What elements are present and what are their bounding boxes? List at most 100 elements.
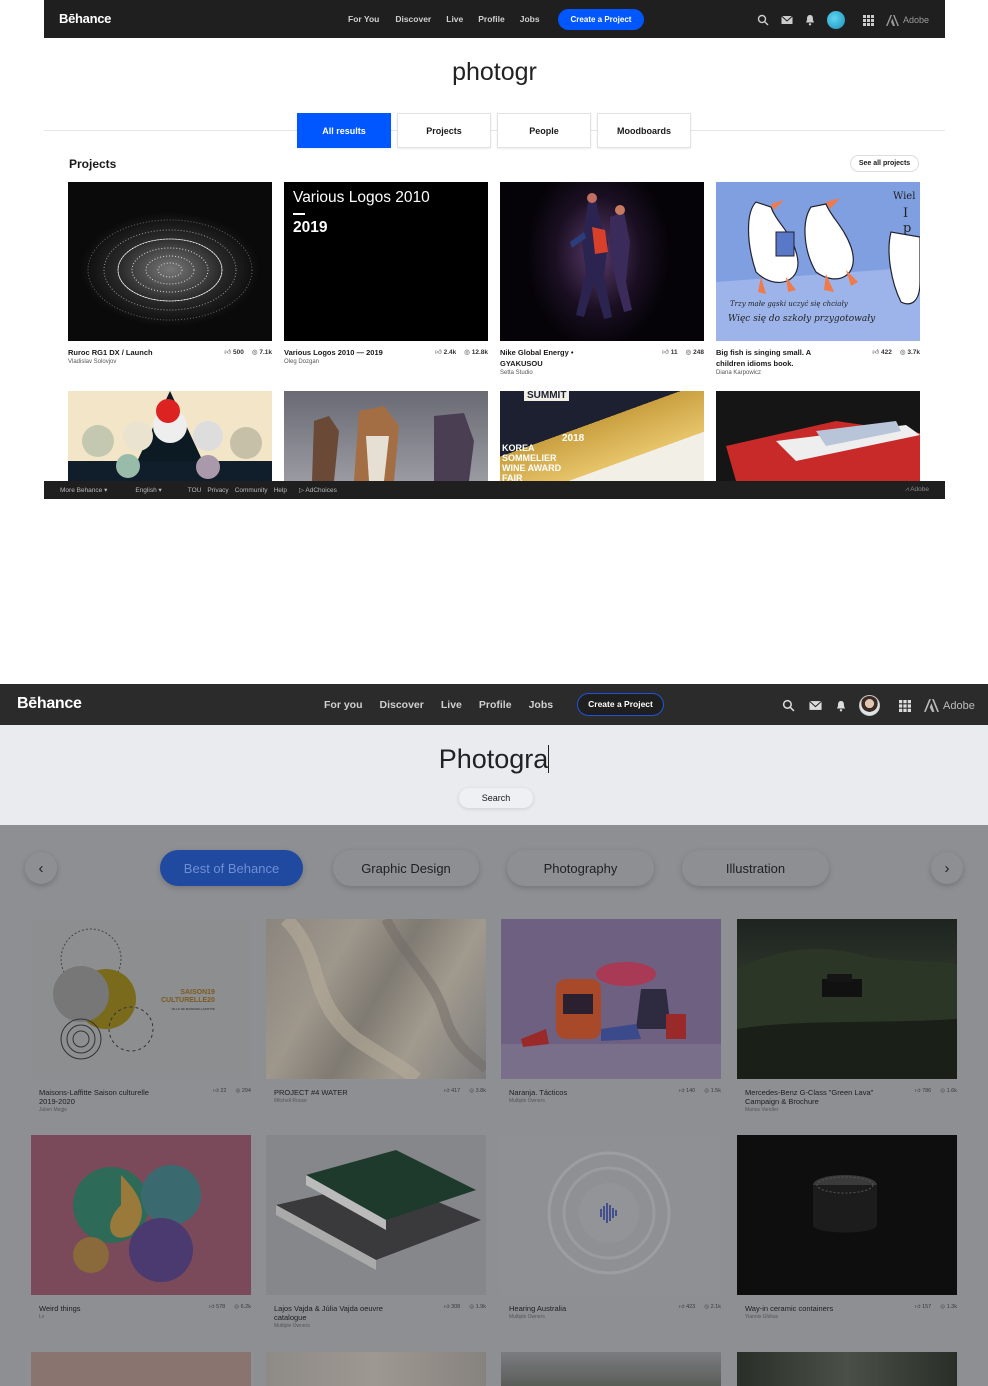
- project-card[interactable]: Way-in ceramic containers Yiannis Ghikas…: [737, 1135, 957, 1322]
- prev-arrow-button[interactable]: ‹: [25, 852, 57, 884]
- project-owner[interactable]: Setta Studio: [500, 369, 704, 377]
- search-icon[interactable]: [782, 699, 795, 712]
- project-thumbnail[interactable]: Wiel I p Trzy małe gąski uczyć się chcia…: [716, 182, 920, 341]
- footer-link-community[interactable]: Community: [235, 487, 268, 494]
- project-title[interactable]: Nike Global Energy • GYAKUSOU: [500, 347, 600, 369]
- footer-link-privacy[interactable]: Privacy: [207, 487, 228, 494]
- tab-projects[interactable]: Projects: [397, 113, 491, 148]
- adobe-link[interactable]: Adobe: [886, 14, 929, 26]
- apps-grid-icon[interactable]: [863, 14, 874, 26]
- create-project-button[interactable]: Create a Project: [558, 9, 644, 30]
- mail-icon[interactable]: [781, 15, 793, 25]
- project-thumbnail[interactable]: [68, 391, 272, 481]
- project-owner[interactable]: Vladislav Solovjov: [68, 358, 272, 366]
- project-title[interactable]: Naranja. Tácticos: [509, 1088, 639, 1097]
- nav-live[interactable]: Live: [446, 14, 463, 24]
- project-title[interactable]: PROJECT #4 WATER: [274, 1088, 404, 1097]
- project-card[interactable]: PROJECT #4 WATER Mitchell Rouse 👍︎ 417 ◎ …: [266, 919, 486, 1106]
- project-thumbnail[interactable]: [501, 1135, 721, 1295]
- category-best-of-behance[interactable]: Best of Behance: [160, 850, 303, 886]
- nav-discover[interactable]: Discover: [395, 14, 431, 24]
- search-input[interactable]: Photogra: [0, 744, 988, 775]
- project-title[interactable]: Hearing Australia: [509, 1304, 639, 1313]
- project-title[interactable]: Weird things: [39, 1304, 169, 1313]
- tab-all-results[interactable]: All results: [297, 113, 391, 148]
- project-thumbnail[interactable]: [266, 919, 486, 1079]
- project-card[interactable]: Naranja. Tácticos Multiple Owners 👍︎ 140…: [501, 919, 721, 1106]
- project-thumbnail[interactable]: [500, 182, 704, 341]
- project-thumbnail[interactable]: [284, 391, 488, 481]
- avatar[interactable]: [859, 695, 880, 716]
- project-card[interactable]: Weird things Lv 👍︎ 578 ◎ 6.2k: [31, 1135, 251, 1322]
- nav-discover[interactable]: Discover: [380, 699, 424, 711]
- apps-grid-icon[interactable]: [899, 699, 911, 712]
- project-thumbnail[interactable]: [31, 1135, 251, 1295]
- behance-logo[interactable]: Bēhance: [59, 11, 111, 26]
- project-owner[interactable]: Julien Megje: [39, 1106, 251, 1115]
- see-all-projects-button[interactable]: See all projects: [850, 155, 919, 172]
- project-thumbnail[interactable]: [716, 391, 920, 481]
- behance-logo[interactable]: Bēhance: [17, 695, 82, 713]
- project-card[interactable]: SAISON19 CULTURELLE20 VILLE DE MAISONS-LAF…: [31, 919, 251, 1115]
- nav-jobs[interactable]: Jobs: [520, 14, 540, 24]
- nav-jobs[interactable]: Jobs: [529, 699, 554, 711]
- project-thumbnail[interactable]: [501, 919, 721, 1079]
- project-title[interactable]: Maisons-Laffitte Saison culturelle 2019-…: [39, 1088, 169, 1106]
- project-thumbnail[interactable]: [31, 1352, 251, 1386]
- project-thumbnail[interactable]: [266, 1135, 486, 1295]
- more-behance-menu[interactable]: More Behance ▾: [60, 486, 107, 494]
- category-photography[interactable]: Photography: [507, 850, 654, 886]
- project-thumbnail[interactable]: [737, 1352, 957, 1386]
- project-card[interactable]: Wiel I p Trzy małe gąski uczyć się chcia…: [716, 182, 920, 377]
- project-card[interactable]: Nike Global Energy • GYAKUSOU Setta Stud…: [500, 182, 704, 377]
- project-owner[interactable]: Multiple Owners: [509, 1313, 721, 1322]
- nav-profile[interactable]: Profile: [479, 699, 512, 711]
- project-owner[interactable]: Lv: [39, 1313, 251, 1322]
- project-thumbnail[interactable]: [266, 1352, 486, 1386]
- project-owner[interactable]: Diana Karpowicz: [716, 369, 920, 377]
- search-button[interactable]: Search: [459, 788, 533, 808]
- project-title[interactable]: Ruroc RG1 DX / Launch: [68, 347, 203, 358]
- footer-adobe-link[interactable]: ⩘ Adobe: [905, 486, 929, 494]
- project-owner[interactable]: Oleg Dozgan: [284, 358, 488, 366]
- project-card[interactable]: Lajos Vajda & Júlia Vajda oeuvre catalog…: [266, 1135, 486, 1331]
- project-card[interactable]: Ruroc RG1 DX / Launch Vladislav Solovjov…: [68, 182, 272, 366]
- adobe-link[interactable]: Adobe: [924, 699, 975, 712]
- project-owner[interactable]: Marius Vendler: [745, 1106, 957, 1115]
- bell-icon[interactable]: [805, 14, 815, 26]
- project-card[interactable]: Mercedes-Benz G-Class "Green Lava" Campa…: [737, 919, 957, 1115]
- next-arrow-button[interactable]: ›: [931, 852, 963, 884]
- project-owner[interactable]: Mitchell Rouse: [274, 1097, 486, 1106]
- nav-live[interactable]: Live: [441, 699, 462, 711]
- category-graphic-design[interactable]: Graphic Design: [333, 850, 479, 886]
- project-owner[interactable]: Multiple Owners: [274, 1322, 486, 1331]
- nav-for-you[interactable]: For you: [324, 699, 363, 711]
- project-thumbnail[interactable]: [501, 1352, 721, 1386]
- project-thumbnail[interactable]: [737, 1135, 957, 1295]
- project-thumbnail[interactable]: SUMMIT 2018 KOREA SOMMELIER WINE AWARD FAIR: [500, 391, 704, 481]
- nav-profile[interactable]: Profile: [478, 14, 504, 24]
- project-card[interactable]: Various Logos 2010 2019 Various Logos 20…: [284, 182, 488, 366]
- project-card[interactable]: Hearing Australia Multiple Owners 👍︎ 423…: [501, 1135, 721, 1322]
- project-title[interactable]: Mercedes-Benz G-Class "Green Lava" Campa…: [745, 1088, 875, 1106]
- project-owner[interactable]: Multiple Owners: [509, 1097, 721, 1106]
- create-project-button[interactable]: Create a Project: [577, 693, 664, 716]
- search-query[interactable]: photogr: [44, 58, 945, 87]
- nav-for-you[interactable]: For You: [348, 14, 379, 24]
- project-title[interactable]: Various Logos 2010 — 2019: [284, 347, 419, 358]
- bell-icon[interactable]: [836, 700, 846, 712]
- search-icon[interactable]: [757, 14, 769, 26]
- category-illustration[interactable]: Illustration: [682, 850, 829, 886]
- avatar[interactable]: [827, 11, 845, 29]
- project-thumbnail[interactable]: [68, 182, 272, 341]
- project-thumbnail[interactable]: Various Logos 2010 2019: [284, 182, 488, 341]
- mail-icon[interactable]: [808, 700, 823, 711]
- project-title[interactable]: Big fish is singing small. A children id…: [716, 347, 841, 369]
- project-owner[interactable]: Yiannis Ghikas: [745, 1313, 957, 1322]
- project-title[interactable]: Lajos Vajda & Júlia Vajda oeuvre catalog…: [274, 1304, 404, 1322]
- tab-people[interactable]: People: [497, 113, 591, 148]
- project-thumbnail[interactable]: [737, 919, 957, 1079]
- project-title[interactable]: Way-in ceramic containers: [745, 1304, 875, 1313]
- footer-link-tou[interactable]: TOU: [188, 487, 202, 494]
- language-menu[interactable]: English ▾: [135, 486, 161, 494]
